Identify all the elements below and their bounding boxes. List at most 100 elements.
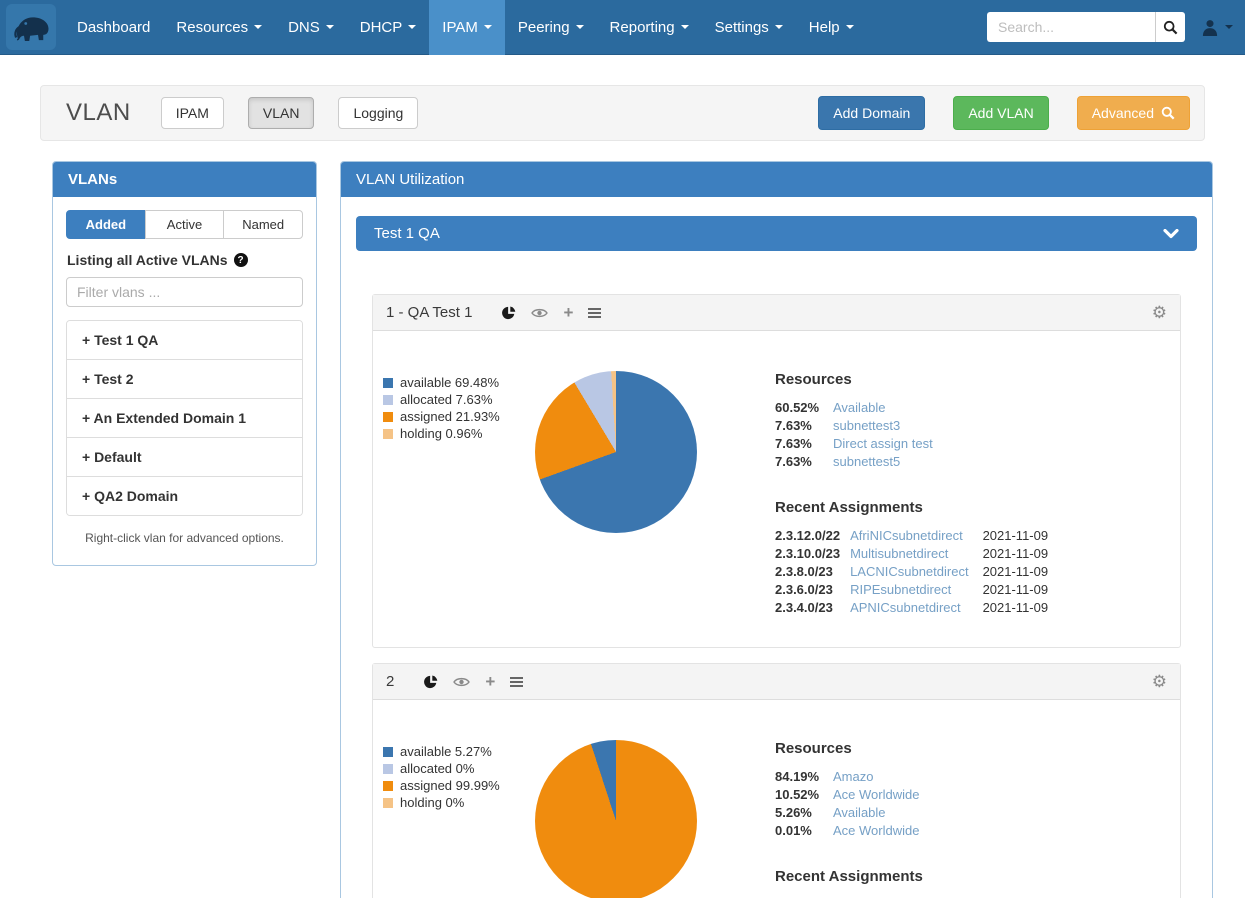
nav-item-ipam[interactable]: IPAM xyxy=(429,0,505,55)
legend-label: available 69.48% xyxy=(400,375,499,390)
caret-down-icon xyxy=(681,25,689,29)
eye-icon[interactable] xyxy=(453,676,470,688)
legend-swatch-available xyxy=(383,378,393,388)
plus-icon[interactable]: + xyxy=(563,304,573,321)
nav-item-label: DNS xyxy=(288,19,320,36)
sidebar-tab-added[interactable]: Added xyxy=(66,210,146,239)
assignment-link[interactable]: LACNICsubnetdirect xyxy=(850,564,969,579)
legend-row: assigned 21.93% xyxy=(383,409,535,424)
nav-item-help[interactable]: Help xyxy=(796,0,867,55)
legend-row: holding 0% xyxy=(383,795,535,810)
vlan-list: + Test 1 QA+ Test 2+ An Extended Domain … xyxy=(66,320,303,516)
assignment-link[interactable]: RIPEsubnetdirect xyxy=(850,582,951,597)
vlan-list-item-test-2[interactable]: + Test 2 xyxy=(67,359,302,398)
nav-item-label: Settings xyxy=(715,19,769,36)
eye-icon[interactable] xyxy=(531,307,548,319)
resource-row: 7.63%Direct assign test xyxy=(775,435,933,453)
caret-down-icon xyxy=(1225,25,1233,29)
assignment-cidr: 2.3.8.0/23 xyxy=(775,563,850,581)
page-title: VLAN xyxy=(66,99,131,127)
vlan-list-item-an-extended-domain-1[interactable]: + An Extended Domain 1 xyxy=(67,398,302,437)
sidebar-tab-active[interactable]: Active xyxy=(145,210,225,239)
box-toolbar: + xyxy=(502,304,601,321)
search-input[interactable] xyxy=(987,12,1155,42)
sidebar-tab-named[interactable]: Named xyxy=(223,210,303,239)
button-label: Add VLAN xyxy=(968,105,1033,121)
box-title: 1 - QA Test 1 xyxy=(386,304,472,321)
help-icon[interactable]: ? xyxy=(234,253,248,267)
nav-item-dashboard[interactable]: Dashboard xyxy=(64,0,163,55)
menu-bars-icon[interactable] xyxy=(588,308,601,318)
nav-item-settings[interactable]: Settings xyxy=(702,0,796,55)
assignment-date: 2021-11-09 xyxy=(983,563,1049,581)
legend-row: allocated 0% xyxy=(383,761,535,776)
assignment-date: 2021-11-09 xyxy=(983,527,1049,545)
add-vlan-button[interactable]: Add VLAN xyxy=(953,96,1048,130)
resource-link[interactable]: subnettest5 xyxy=(833,454,900,469)
nav-item-label: Reporting xyxy=(610,19,675,36)
legend-label: assigned 99.99% xyxy=(400,778,500,793)
resources-heading: Resources xyxy=(775,740,1170,757)
resource-pct: 0.01% xyxy=(775,822,833,840)
listing-label: Listing all Active VLANs ? xyxy=(67,252,302,268)
tab-logging[interactable]: Logging xyxy=(338,97,418,129)
legend-label: holding 0% xyxy=(400,795,464,810)
resource-link[interactable]: Ace Worldwide xyxy=(833,823,919,838)
vlan-filter-input[interactable] xyxy=(66,277,303,307)
assignment-link[interactable]: Multisubnetdirect xyxy=(850,546,948,561)
legend-label: available 5.27% xyxy=(400,744,492,759)
nav-item-dns[interactable]: DNS xyxy=(275,0,347,55)
resource-row: 7.63%subnettest3 xyxy=(775,417,933,435)
tab-ipam[interactable]: IPAM xyxy=(161,97,224,129)
gear-icon[interactable]: ⚙ xyxy=(1152,304,1167,321)
plus-icon[interactable]: + xyxy=(485,673,495,690)
advanced-button[interactable]: Advanced xyxy=(1077,96,1190,130)
user-menu[interactable] xyxy=(1201,19,1233,36)
vlan-list-item-qa2-domain[interactable]: + QA2 Domain xyxy=(67,476,302,515)
assignment-date: 2021-11-09 xyxy=(983,599,1049,617)
chevron-down-icon[interactable] xyxy=(1163,229,1179,239)
add-domain-button[interactable]: Add Domain xyxy=(818,96,925,130)
nav-item-peering[interactable]: Peering xyxy=(505,0,597,55)
assignment-row: 2.3.10.0/23Multisubnetdirect2021-11-09 xyxy=(775,545,1048,563)
nav-item-label: Dashboard xyxy=(77,19,150,36)
caret-down-icon xyxy=(408,25,416,29)
resource-row: 84.19%Amazo xyxy=(775,768,919,786)
gear-icon[interactable]: ⚙ xyxy=(1152,673,1167,690)
resource-link[interactable]: Available xyxy=(833,400,886,415)
tab-vlan[interactable]: VLAN xyxy=(248,97,315,129)
resource-row: 60.52%Available xyxy=(775,399,933,417)
legend-swatch-allocated xyxy=(383,764,393,774)
resource-link[interactable]: Ace Worldwide xyxy=(833,787,919,802)
vlan-list-item-default[interactable]: + Default xyxy=(67,437,302,476)
vlan-group-bar[interactable]: Test 1 QA xyxy=(356,216,1197,251)
search-button[interactable] xyxy=(1155,12,1185,42)
caret-down-icon xyxy=(326,25,334,29)
vlan-list-item-test-1-qa[interactable]: + Test 1 QA xyxy=(67,321,302,359)
resource-row: 10.52%Ace Worldwide xyxy=(775,786,919,804)
nav-item-dhcp[interactable]: DHCP xyxy=(347,0,430,55)
caret-down-icon xyxy=(576,25,584,29)
nav-item-resources[interactable]: Resources xyxy=(163,0,275,55)
assignment-link[interactable]: APNICsubnetdirect xyxy=(850,600,961,615)
navbar-right xyxy=(987,12,1245,42)
resources-table: 84.19%Amazo10.52%Ace Worldwide5.26%Avail… xyxy=(775,768,919,840)
menu-bars-icon[interactable] xyxy=(510,677,523,687)
caret-down-icon xyxy=(254,25,262,29)
view-tabs: IPAM VLAN Logging xyxy=(161,97,419,129)
assignment-cidr: 2.3.6.0/23 xyxy=(775,581,850,599)
page: DashboardResourcesDNSDHCPIPAMPeeringRepo… xyxy=(0,0,1245,898)
assignment-date: 2021-11-09 xyxy=(983,581,1049,599)
resource-pct: 60.52% xyxy=(775,399,833,417)
resource-link[interactable]: Amazo xyxy=(833,769,873,784)
resource-link[interactable]: Direct assign test xyxy=(833,436,933,451)
box-body: available 69.48%allocated 7.63%assigned … xyxy=(373,331,1180,647)
nav-item-reporting[interactable]: Reporting xyxy=(597,0,702,55)
pie-chart-icon[interactable] xyxy=(424,675,438,689)
assignment-link[interactable]: AfriNICsubnetdirect xyxy=(850,528,963,543)
resource-link[interactable]: Available xyxy=(833,805,886,820)
brand-logo[interactable] xyxy=(6,4,56,50)
pie-chart-icon[interactable] xyxy=(502,306,516,320)
caret-down-icon xyxy=(775,25,783,29)
resource-link[interactable]: subnettest3 xyxy=(833,418,900,433)
